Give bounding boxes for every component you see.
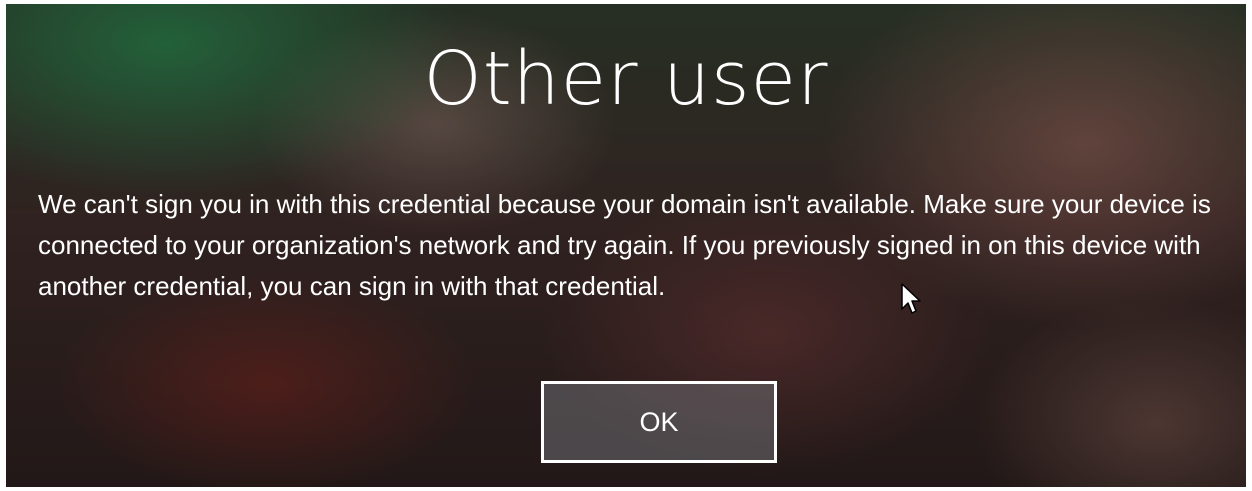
lock-screen-background: Other user We can't sign you in with thi… <box>6 4 1246 487</box>
dialog-title: Other user <box>423 36 829 122</box>
mouse-pointer-icon <box>901 283 921 314</box>
ok-button[interactable]: OK <box>541 381 777 463</box>
error-message: We can't sign you in with this credentia… <box>38 189 1211 301</box>
